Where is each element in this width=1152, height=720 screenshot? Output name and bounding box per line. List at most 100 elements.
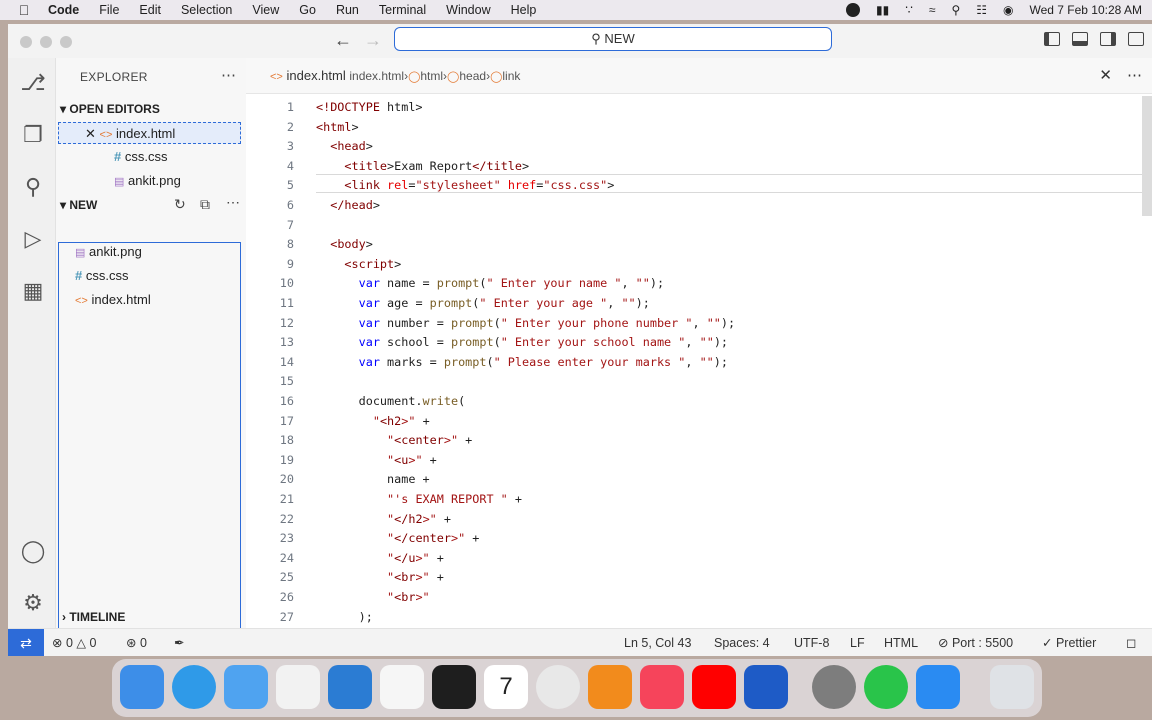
file-tree-item[interactable]: <> index.html bbox=[75, 289, 151, 311]
music-icon[interactable] bbox=[640, 665, 684, 709]
menu-window[interactable]: Window bbox=[446, 3, 490, 17]
notifications-bell-icon[interactable]: ◻ bbox=[1126, 629, 1136, 656]
code-line[interactable]: </head> bbox=[316, 198, 380, 212]
code-line[interactable]: "<h2>" + bbox=[316, 414, 430, 428]
code-line[interactable]: <!DOCTYPE html> bbox=[316, 100, 423, 114]
account-icon[interactable]: ◯ bbox=[20, 538, 46, 564]
wifi-icon[interactable]: ≈ bbox=[929, 3, 936, 17]
menu-file[interactable]: File bbox=[99, 3, 119, 17]
open-editors-header[interactable]: ▾ OPEN EDITORS bbox=[60, 102, 160, 116]
open-editor-item[interactable]: ▤ ankit.png bbox=[114, 170, 181, 192]
close-icon[interactable]: ✕ bbox=[85, 126, 96, 141]
code-line[interactable]: "<br>" + bbox=[316, 570, 444, 584]
word-icon[interactable] bbox=[744, 665, 788, 709]
code-line[interactable]: "</u>" + bbox=[316, 551, 444, 565]
extensions-icon[interactable]: ▦ bbox=[20, 278, 46, 304]
open-editor-item[interactable]: ✕ <> index.html bbox=[58, 122, 241, 144]
open-editor-item[interactable]: # css.css bbox=[114, 146, 167, 168]
menu-help[interactable]: Help bbox=[511, 3, 537, 17]
live-server-port[interactable]: ⊘ Port : 5500 bbox=[938, 629, 1013, 656]
zoom-window-icon[interactable] bbox=[60, 36, 72, 48]
more-actions-icon[interactable]: ⋯ bbox=[226, 194, 240, 211]
code-line[interactable]: <html> bbox=[316, 120, 359, 134]
wrench-icon[interactable]: ✒ bbox=[174, 629, 184, 656]
more-actions-icon[interactable]: ⋯ bbox=[1127, 66, 1142, 84]
control-center-icon[interactable]: ☷ bbox=[976, 3, 987, 17]
figma-icon[interactable] bbox=[432, 665, 476, 709]
file-tree-item[interactable]: # css.css bbox=[75, 265, 128, 287]
timeline-header[interactable]: › TIMELINE bbox=[62, 610, 125, 624]
code-line[interactable]: var name = prompt(" Enter your name ", "… bbox=[316, 276, 664, 290]
vlc-icon[interactable] bbox=[588, 665, 632, 709]
menu-edit[interactable]: Edit bbox=[139, 3, 161, 17]
menu-selection[interactable]: Selection bbox=[181, 3, 232, 17]
finder-icon[interactable] bbox=[120, 665, 164, 709]
command-center[interactable]: ⚲ NEW bbox=[394, 27, 832, 51]
code-line[interactable]: ); bbox=[316, 610, 373, 624]
code-line[interactable]: <head> bbox=[316, 139, 373, 153]
battery-icon[interactable]: ▮▮ bbox=[876, 3, 889, 17]
customize-layout-icon[interactable] bbox=[1128, 32, 1144, 46]
close-tab-icon[interactable]: ✕ bbox=[1099, 66, 1112, 84]
code-line[interactable]: "<u>" + bbox=[316, 453, 437, 467]
appstore-icon[interactable] bbox=[916, 665, 960, 709]
mail-icon[interactable] bbox=[224, 665, 268, 709]
code-line[interactable]: name + bbox=[316, 472, 430, 486]
editor-tab[interactable]: <> index.html index.html›◯html›◯head›◯li… bbox=[246, 58, 520, 94]
more-actions-icon[interactable]: ⋯ bbox=[221, 66, 236, 84]
chrome-icon[interactable] bbox=[536, 665, 580, 709]
safari-icon[interactable] bbox=[172, 665, 216, 709]
code-line[interactable]: "</h2>" + bbox=[316, 512, 451, 526]
vertical-scrollbar[interactable] bbox=[1142, 96, 1152, 216]
settings-gear-icon[interactable]: ⚙ bbox=[20, 590, 46, 616]
calendar-icon[interactable]: 7 bbox=[484, 665, 528, 709]
youtube-icon[interactable] bbox=[692, 665, 736, 709]
problems-indicator[interactable]: ⊗ 0 △ 0 bbox=[52, 629, 96, 656]
prettier-status[interactable]: ✓ Prettier bbox=[1042, 629, 1096, 656]
code-line[interactable]: <title>Exam Report</title> bbox=[316, 159, 529, 173]
code-line[interactable]: var number = prompt(" Enter your phone n… bbox=[316, 316, 736, 330]
folder-header[interactable]: ▾ NEW bbox=[60, 198, 97, 212]
search-icon[interactable]: ⚲ bbox=[20, 174, 46, 200]
indentation[interactable]: Spaces: 4 bbox=[714, 629, 770, 656]
vscode-icon[interactable] bbox=[328, 665, 372, 709]
code-editor[interactable]: 1 <!DOCTYPE html> 2 <html> 3 <head> 4 <title>… bbox=[246, 96, 1152, 628]
photos-icon[interactable] bbox=[276, 665, 320, 709]
code-line[interactable]: <link rel="stylesheet" href="css.css"> bbox=[316, 178, 614, 192]
toggle-secondary-sidebar-icon[interactable] bbox=[1100, 32, 1116, 46]
code-line[interactable]: var marks = prompt(" Please enter your m… bbox=[316, 355, 728, 369]
code-line[interactable]: "</center>" + bbox=[316, 531, 479, 545]
menu-go[interactable]: Go bbox=[299, 3, 316, 17]
whatsapp-icon[interactable] bbox=[864, 665, 908, 709]
refresh-icon[interactable]: ↻ bbox=[174, 196, 186, 213]
clock-datetime[interactable]: Wed 7 Feb 10:28 AM bbox=[1029, 3, 1142, 17]
trash-icon[interactable] bbox=[990, 665, 1034, 709]
remote-indicator-icon[interactable]: ⇄ bbox=[8, 629, 44, 656]
code-line[interactable]: var school = prompt(" Enter your school … bbox=[316, 335, 728, 349]
siri-icon[interactable]: ◉ bbox=[1003, 3, 1013, 17]
explorer-icon[interactable]: ❐ bbox=[20, 122, 46, 148]
run-debug-icon[interactable]: ▷ bbox=[20, 226, 46, 252]
collapse-all-icon[interactable]: ⧉ bbox=[200, 196, 210, 213]
source-control-icon[interactable]: ⎇ bbox=[20, 70, 46, 96]
record-icon[interactable] bbox=[845, 3, 860, 17]
code-line[interactable]: "<center>" + bbox=[316, 433, 472, 447]
code-line[interactable]: var age = prompt(" Enter your age ", "")… bbox=[316, 296, 650, 310]
menu-view[interactable]: View bbox=[252, 3, 279, 17]
code-line[interactable]: <body> bbox=[316, 237, 373, 251]
cursor-position[interactable]: Ln 5, Col 43 bbox=[624, 629, 691, 656]
end-of-line[interactable]: LF bbox=[850, 629, 865, 656]
language-mode[interactable]: HTML bbox=[884, 629, 918, 656]
search-icon[interactable]: ⚲ bbox=[951, 3, 960, 17]
menu-run[interactable]: Run bbox=[336, 3, 359, 17]
encoding[interactable]: UTF-8 bbox=[794, 629, 829, 656]
menu-terminal[interactable]: Terminal bbox=[379, 3, 426, 17]
breadcrumb-item[interactable]: index.html bbox=[349, 69, 404, 83]
settings-icon[interactable] bbox=[812, 665, 856, 709]
toggle-sidebar-icon[interactable] bbox=[1044, 32, 1060, 46]
code-line[interactable]: "'s EXAM REPORT " + bbox=[316, 492, 522, 506]
bluetooth-icon[interactable]: ∵ bbox=[905, 3, 913, 17]
forward-arrow-icon[interactable]: → bbox=[364, 30, 382, 51]
code-line[interactable]: "<br>" bbox=[316, 590, 430, 604]
ports-indicator[interactable]: ⊛ 0 bbox=[126, 629, 147, 656]
